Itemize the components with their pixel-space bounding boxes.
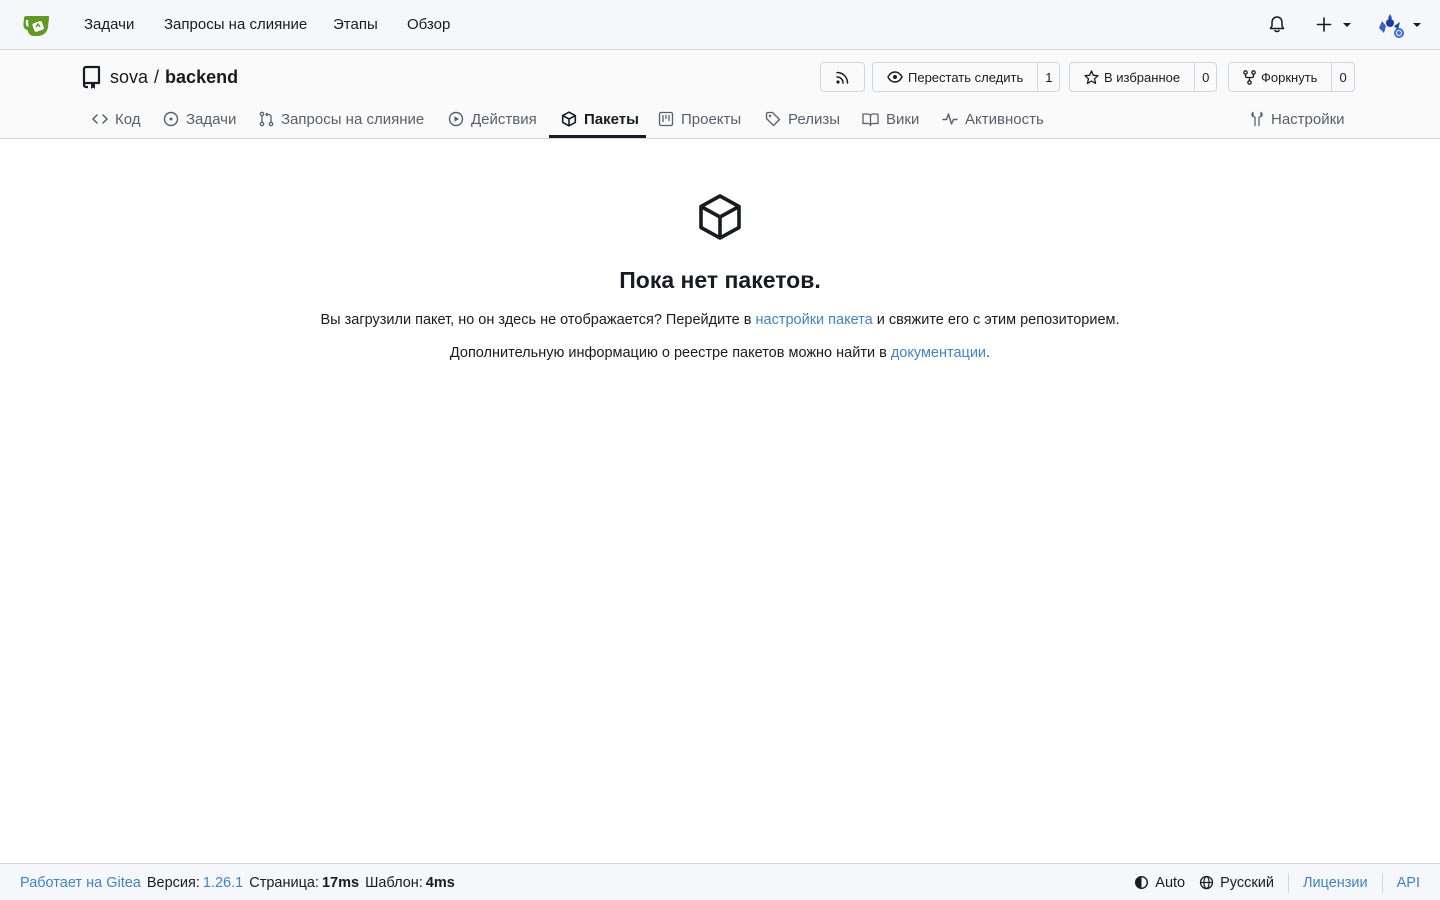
- active-tab-indicator: [549, 135, 646, 138]
- code-icon: [92, 113, 108, 125]
- play-icon: [448, 111, 464, 127]
- footer-divider: [1287, 872, 1289, 893]
- star-button[interactable]: В избранное: [1070, 63, 1194, 91]
- globe-icon: [1199, 875, 1214, 890]
- repo-name-link[interactable]: backend: [165, 67, 238, 88]
- book-icon: [862, 112, 879, 127]
- empty-hint-text: и свяжите его с этим репозиторием.: [872, 312, 1120, 328]
- empty-hint-docs: Дополнительную информацию о реестре паке…: [0, 345, 1440, 361]
- package-settings-link[interactable]: настройки пакета: [756, 312, 873, 328]
- powered-by-link[interactable]: Работает на Gitea: [20, 875, 141, 891]
- fork-group: Форкнуть 0: [1228, 62, 1355, 92]
- fork-label: Форкнуть: [1261, 69, 1318, 85]
- tab-activity-label: Активность: [965, 110, 1044, 128]
- repo-tabs: Код Задачи Запросы на слияние Действия П…: [0, 100, 1440, 139]
- tab-packages-label: Пакеты: [584, 110, 639, 128]
- watchers-count[interactable]: 1: [1037, 63, 1059, 91]
- tab-releases[interactable]: Релизы: [765, 100, 840, 138]
- licenses-link[interactable]: Лицензии: [1303, 875, 1368, 891]
- theme-label: Auto: [1155, 874, 1186, 891]
- nav-explore[interactable]: Обзор: [407, 0, 450, 50]
- avatar[interactable]: [1376, 12, 1406, 40]
- tab-issues[interactable]: Задачи: [163, 100, 236, 138]
- footer-divider: [1381, 872, 1383, 893]
- fork-button[interactable]: Форкнуть: [1229, 63, 1331, 91]
- star-icon: [1084, 69, 1099, 85]
- documentation-link[interactable]: документации: [891, 345, 986, 361]
- tab-code[interactable]: Код: [92, 100, 141, 138]
- version-label: Версия:: [146, 874, 200, 891]
- page-time-value: 17ms: [321, 874, 360, 891]
- language-selector[interactable]: Русский: [1199, 875, 1274, 891]
- empty-hint-text: .: [986, 345, 991, 361]
- tab-packages[interactable]: Пакеты: [561, 100, 639, 138]
- top-navbar: Задачи Запросы на слияние Этапы Обзор: [0, 0, 1440, 50]
- template-time-label: Шаблон:: [365, 874, 423, 891]
- repo-icon: [82, 65, 102, 89]
- tab-pull-requests[interactable]: Запросы на слияние: [259, 100, 424, 138]
- tab-actions[interactable]: Действия: [448, 100, 537, 138]
- stars-count[interactable]: 0: [1194, 63, 1216, 91]
- package-icon: [697, 193, 743, 241]
- eye-icon: [887, 71, 903, 83]
- forks-count[interactable]: 0: [1331, 63, 1353, 91]
- theme-icon: [1134, 875, 1149, 890]
- nav-issues[interactable]: Задачи: [84, 0, 134, 50]
- tab-actions-label: Действия: [471, 110, 537, 128]
- tab-settings-label: Настройки: [1271, 110, 1345, 128]
- footer-links: Auto Русский Лицензии API: [1134, 864, 1420, 900]
- tab-code-label: Код: [115, 110, 141, 128]
- tag-icon: [765, 111, 781, 127]
- star-label: В избранное: [1104, 69, 1181, 85]
- empty-hint-settings: Вы загрузили пакет, но он здесь не отобр…: [0, 312, 1440, 328]
- unwatch-label: Перестать следить: [908, 69, 1024, 85]
- tab-projects[interactable]: Проекты: [658, 100, 741, 138]
- footer-info: Работает на Gitea Версия: 1.26.1 Страниц…: [20, 864, 455, 900]
- tools-icon: [1250, 111, 1264, 127]
- theme-selector[interactable]: Auto: [1134, 875, 1185, 891]
- unwatch-group: Перестать следить 1: [872, 62, 1061, 92]
- tab-pull-requests-label: Запросы на слияние: [281, 110, 425, 128]
- page-time-label: Страница:: [249, 874, 319, 891]
- nav-milestones[interactable]: Этапы: [333, 0, 378, 50]
- star-group: В избранное 0: [1069, 62, 1218, 92]
- rss-icon[interactable]: [821, 63, 864, 91]
- tab-projects-label: Проекты: [681, 110, 742, 128]
- tab-settings[interactable]: Настройки: [1250, 100, 1345, 138]
- chevron-down-icon[interactable]: [1342, 22, 1352, 28]
- language-label: Русский: [1220, 874, 1274, 891]
- version-link[interactable]: 1.26.1: [203, 875, 243, 891]
- api-link[interactable]: API: [1397, 875, 1420, 891]
- bell-icon[interactable]: [1268, 15, 1286, 34]
- package-icon: [561, 111, 577, 127]
- project-icon: [658, 111, 674, 127]
- tab-activity[interactable]: Активность: [942, 100, 1044, 138]
- fork-icon: [1243, 69, 1256, 85]
- tab-wiki-label: Вики: [886, 110, 920, 128]
- empty-title: Пока нет пакетов.: [619, 267, 821, 293]
- repo-separator: /: [154, 66, 160, 87]
- unwatch-button[interactable]: Перестать следить: [873, 63, 1037, 91]
- repo-title: sova / backend: [82, 64, 238, 90]
- footer: Работает на Gitea Версия: 1.26.1 Страниц…: [0, 863, 1440, 900]
- plus-icon[interactable]: [1315, 15, 1333, 34]
- empty-hint-text: Вы загрузили пакет, но он здесь не отобр…: [320, 312, 756, 328]
- gitea-logo-icon[interactable]: [22, 12, 54, 38]
- chevron-down-icon[interactable]: [1412, 22, 1422, 28]
- template-time-value: 4ms: [425, 874, 455, 891]
- repo-header: sova / backend Перестать следить 1 В изб…: [0, 50, 1440, 139]
- repo-owner-link[interactable]: sova: [110, 67, 148, 88]
- issue-opened-icon: [163, 111, 179, 127]
- empty-hint-text: Дополнительную информацию о реестре паке…: [449, 345, 891, 361]
- git-pull-request-icon: [259, 111, 274, 127]
- pulse-icon: [942, 112, 958, 126]
- tab-issues-label: Задачи: [186, 110, 237, 128]
- tab-wiki[interactable]: Вики: [862, 100, 919, 138]
- tab-releases-label: Релизы: [788, 110, 840, 128]
- nav-pull-requests[interactable]: Запросы на слияние: [164, 0, 307, 50]
- rss-button[interactable]: [820, 62, 865, 92]
